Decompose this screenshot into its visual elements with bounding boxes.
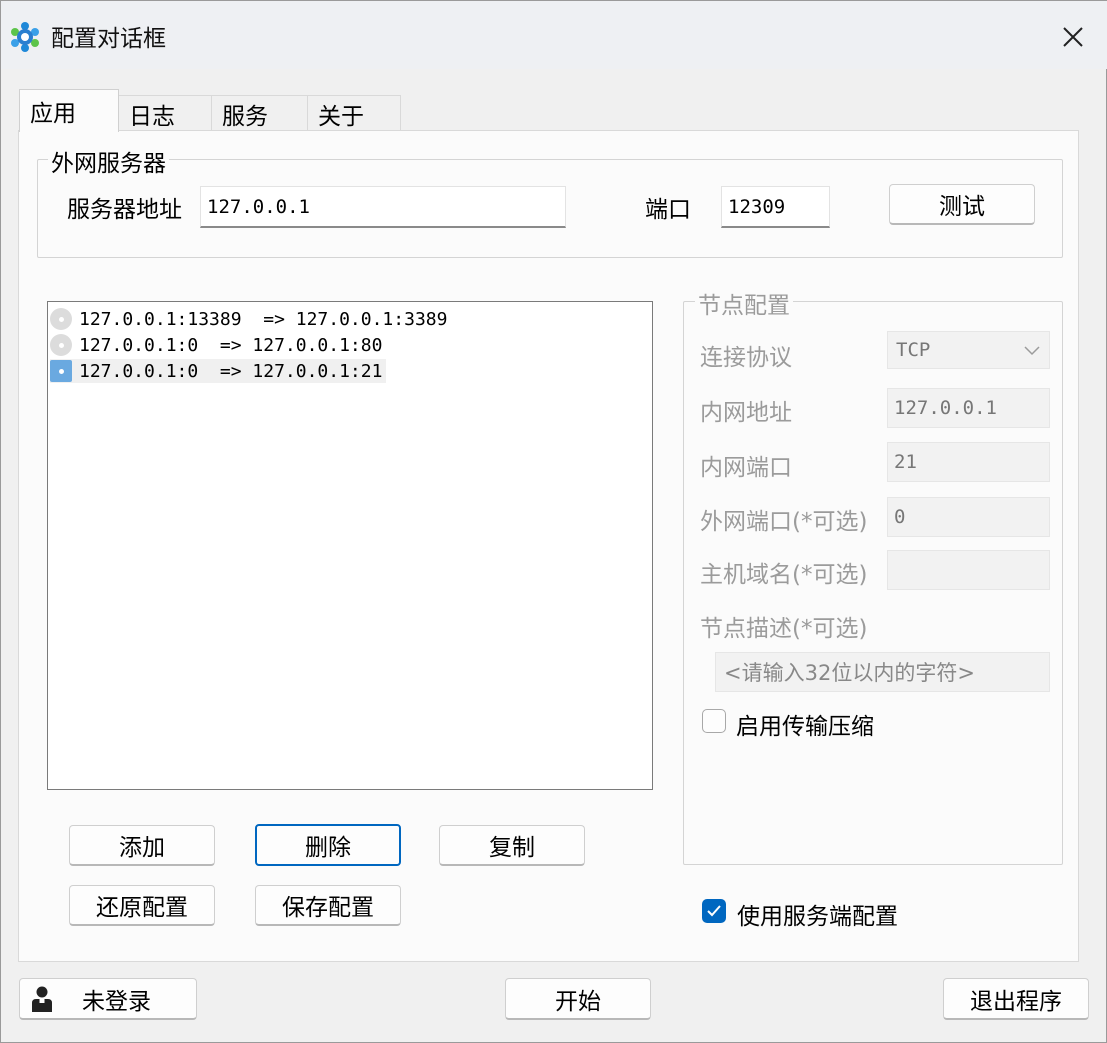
tab-label: 关于: [318, 103, 364, 130]
remote-port-input[interactable]: 0: [887, 497, 1050, 537]
tab-label: 应用: [30, 101, 76, 127]
tab-label: 服务: [222, 103, 268, 130]
use-server-config-checkbox[interactable]: [702, 899, 726, 923]
local-port-label: 内网端口: [700, 455, 792, 481]
restore-config-button[interactable]: 还原配置: [69, 885, 215, 926]
domain-input[interactable]: [887, 550, 1050, 590]
protocol-value: TCP: [896, 339, 931, 361]
port-label: 端口: [645, 197, 691, 223]
title-bar[interactable]: 配置对话框: [1, 1, 1107, 69]
domain-label: 主机域名(*可选): [700, 562, 868, 588]
chevron-down-icon: [1024, 346, 1040, 356]
tab-about[interactable]: 关于: [307, 95, 401, 131]
list-item[interactable]: 127.0.0.1:13389 => 127.0.0.1:3389: [50, 307, 447, 331]
user-icon: [32, 986, 52, 1012]
list-item-text: 127.0.0.1:0 => 127.0.0.1:21: [79, 360, 383, 382]
server-address-label: 服务器地址: [67, 197, 182, 223]
server-address-input[interactable]: 127.0.0.1: [200, 186, 566, 228]
list-item[interactable]: 127.0.0.1:0 => 127.0.0.1:80: [50, 333, 382, 357]
node-status-icon: [50, 308, 72, 330]
checkmark-icon: [707, 905, 721, 917]
remote-port-label: 外网端口(*可选): [700, 509, 868, 535]
test-button[interactable]: 测试: [889, 184, 1035, 225]
compress-label: 启用传输压缩: [736, 714, 874, 740]
tab-app[interactable]: 应用: [19, 89, 119, 132]
node-config-title: 节点配置: [695, 286, 793, 320]
tab-service[interactable]: 服务: [211, 95, 308, 131]
tab-label: 日志: [129, 103, 175, 130]
protocol-label: 连接协议: [700, 345, 792, 371]
compress-checkbox[interactable]: [702, 709, 726, 733]
list-item-text: 127.0.0.1:13389 => 127.0.0.1:3389: [79, 308, 448, 330]
server-group-title: 外网服务器: [48, 144, 169, 178]
list-item-text: 127.0.0.1:0 => 127.0.0.1:80: [79, 334, 383, 356]
save-config-button[interactable]: 保存配置: [255, 885, 401, 926]
local-address-input[interactable]: 127.0.0.1: [887, 388, 1050, 428]
window-title: 配置对话框: [51, 26, 166, 52]
local-port-input[interactable]: 21: [887, 442, 1050, 482]
protocol-select[interactable]: TCP: [887, 331, 1050, 369]
copy-button[interactable]: 复制: [439, 825, 585, 866]
description-input[interactable]: <请输入32位以内的字符>: [715, 652, 1050, 692]
node-status-icon: [50, 334, 72, 356]
delete-button[interactable]: 删除: [255, 824, 401, 866]
description-label: 节点描述(*可选): [700, 616, 868, 642]
start-button[interactable]: 开始: [505, 978, 651, 1020]
use-server-config-label: 使用服务端配置: [737, 904, 898, 930]
close-icon: [1063, 27, 1083, 47]
login-status-button[interactable]: 未登录: [19, 978, 197, 1020]
list-item-selected[interactable]: 127.0.0.1:0 => 127.0.0.1:21: [50, 359, 387, 383]
node-status-icon: [50, 360, 72, 382]
exit-program-button[interactable]: 退出程序: [943, 978, 1089, 1020]
local-address-label: 内网地址: [700, 400, 792, 426]
app-gear-icon: [9, 21, 41, 53]
config-dialog: 配置对话框 应用 日志 服务 关于 外网服务器 服务器地址 127.0.0.1 …: [0, 0, 1107, 1043]
server-port-input[interactable]: 12309: [721, 186, 830, 228]
tab-log[interactable]: 日志: [118, 95, 212, 131]
login-status-label: 未登录: [82, 988, 151, 1015]
mapping-listbox[interactable]: 127.0.0.1:13389 => 127.0.0.1:3389 127.0.…: [47, 301, 653, 790]
close-button[interactable]: [1047, 15, 1099, 59]
add-button[interactable]: 添加: [69, 825, 215, 866]
